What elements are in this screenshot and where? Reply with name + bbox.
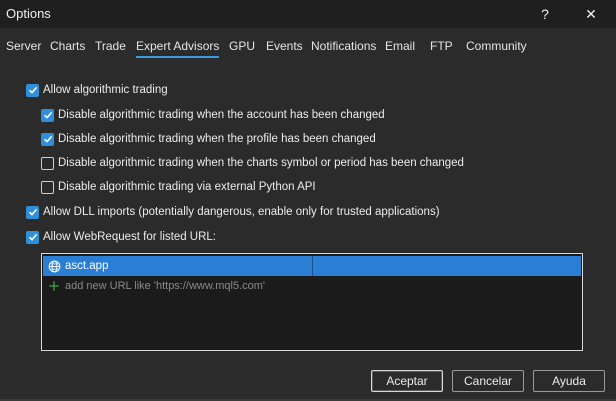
disable-on-account-change-label: Disable algorithmic trading when the acc… xyxy=(58,109,385,121)
tab-events[interactable]: Events xyxy=(266,39,303,53)
add-url-placeholder: add new URL like 'https://www.mql5.com' xyxy=(65,280,266,292)
globe-icon xyxy=(47,259,61,273)
disable-on-profile-change-option[interactable]: Disable algorithmic trading when the pro… xyxy=(41,130,376,148)
tab-server[interactable]: Server xyxy=(6,39,41,53)
allow-dll-imports-option[interactable]: Allow DLL imports (potentially dangerous… xyxy=(26,203,440,221)
title-bar: Options ? ✕ xyxy=(0,0,616,28)
add-url-row[interactable]: add new URL like 'https://www.mql5.com' xyxy=(43,276,581,296)
cancel-button[interactable]: Cancelar xyxy=(452,370,524,392)
disable-on-account-change-option[interactable]: Disable algorithmic trading when the acc… xyxy=(41,106,385,124)
disable-on-account-change-checkbox[interactable] xyxy=(41,108,54,122)
tab-expert-advisors[interactable]: Expert Advisors xyxy=(136,39,220,58)
tab-notifications[interactable]: Notifications xyxy=(311,39,376,53)
checkmark-icon xyxy=(28,233,37,241)
disable-on-symbol-change-label: Disable algorithmic trading when the cha… xyxy=(58,157,464,169)
help-button[interactable]: ? xyxy=(528,3,562,25)
allow-dll-imports-label: Allow DLL imports (potentially dangerous… xyxy=(43,206,440,218)
allow-algo-trading-option[interactable]: Allow algorithmic trading xyxy=(26,81,168,99)
tab-email[interactable]: Email xyxy=(385,39,415,53)
url-list[interactable]: asct.app add new URL like 'https://www.m… xyxy=(41,253,583,351)
allow-algo-trading-checkbox[interactable] xyxy=(26,83,39,97)
window-title: Options xyxy=(6,6,51,21)
disable-via-python-label: Disable algorithmic trading via external… xyxy=(58,181,316,193)
disable-via-python-checkbox[interactable] xyxy=(41,180,54,194)
tab-trade[interactable]: Trade xyxy=(95,39,126,53)
allow-dll-imports-checkbox[interactable] xyxy=(26,205,39,219)
tab-ftp[interactable]: FTP xyxy=(430,39,453,53)
help-dialog-button[interactable]: Ayuda xyxy=(533,370,605,392)
plus-icon xyxy=(47,279,61,293)
url-value: asct.app xyxy=(65,260,109,272)
disable-on-symbol-change-option[interactable]: Disable algorithmic trading when the cha… xyxy=(41,154,464,172)
tab-community[interactable]: Community xyxy=(466,39,527,53)
allow-webrequest-option[interactable]: Allow WebRequest for listed URL: xyxy=(26,228,216,246)
tab-charts[interactable]: Charts xyxy=(50,39,85,53)
disable-on-profile-change-label: Disable algorithmic trading when the pro… xyxy=(58,133,376,145)
checkmark-icon xyxy=(28,86,37,94)
disable-on-profile-change-checkbox[interactable] xyxy=(41,132,54,146)
disable-on-symbol-change-checkbox[interactable] xyxy=(41,156,54,170)
disable-via-python-option[interactable]: Disable algorithmic trading via external… xyxy=(41,178,316,196)
url-list-item[interactable]: asct.app xyxy=(43,256,581,276)
close-button[interactable]: ✕ xyxy=(574,3,608,25)
checkmark-icon xyxy=(28,208,37,216)
tab-gpu[interactable]: GPU xyxy=(229,39,255,53)
allow-algo-trading-label: Allow algorithmic trading xyxy=(43,84,168,96)
column-separator xyxy=(312,256,313,276)
checkmark-icon xyxy=(43,111,52,119)
checkmark-icon xyxy=(43,135,52,143)
allow-webrequest-checkbox[interactable] xyxy=(26,230,39,244)
tab-bar: Server Charts Trade Expert Advisors GPU … xyxy=(0,28,616,58)
allow-webrequest-label: Allow WebRequest for listed URL: xyxy=(43,231,216,243)
accept-button[interactable]: Aceptar xyxy=(371,370,443,392)
